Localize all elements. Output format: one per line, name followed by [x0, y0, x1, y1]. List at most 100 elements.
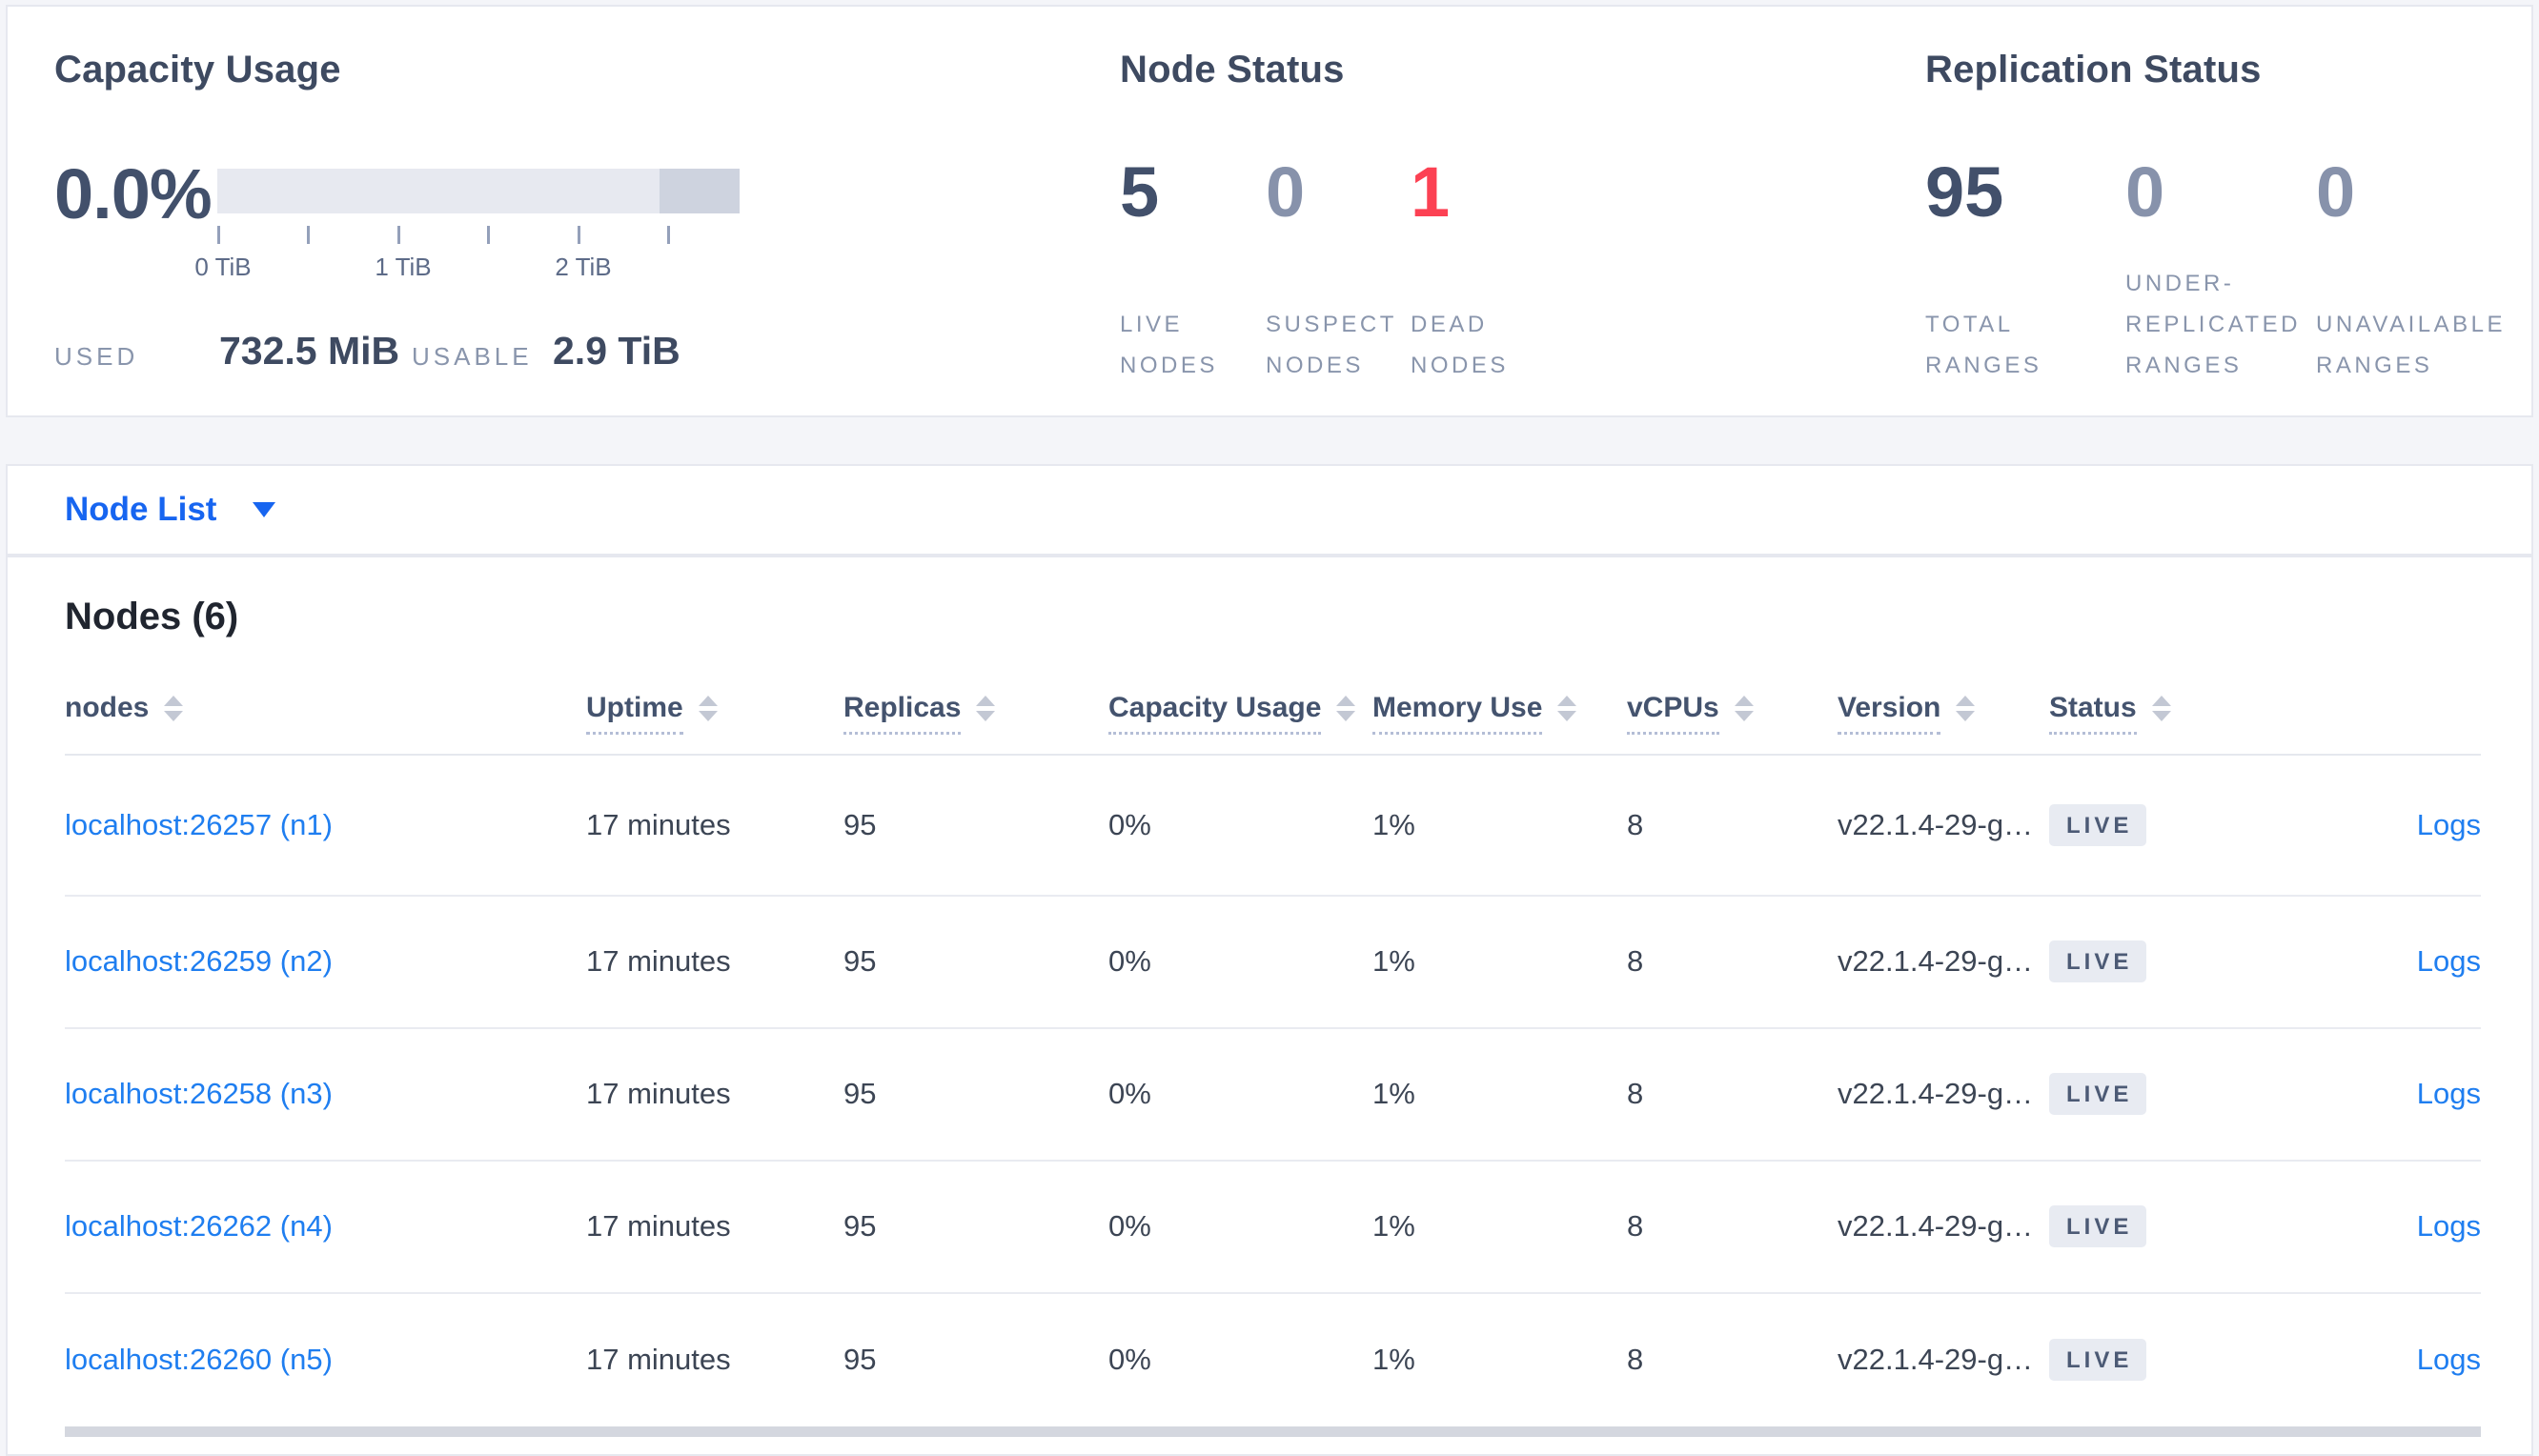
sort-icon[interactable] — [1956, 696, 1976, 721]
column-header-nodes[interactable]: nodes — [65, 692, 586, 725]
node-address-link[interactable]: localhost:26260 (n5) — [65, 1343, 333, 1376]
logs-link[interactable]: Logs — [2417, 1343, 2481, 1376]
capacity-usage-cell: 0% — [1108, 944, 1151, 978]
view-selector-label[interactable]: Node List — [65, 491, 216, 529]
chevron-down-icon[interactable] — [253, 502, 276, 517]
under-replicated-ranges-count: 0 — [2125, 152, 2165, 232]
version-cell: v22.1.4-29-g… — [1838, 1209, 2034, 1243]
logs-link[interactable]: Logs — [2417, 1077, 2481, 1110]
table-row: localhost:26257 (n1) 17 minutes 95 0% 1%… — [65, 756, 2481, 897]
dead-nodes-count: 1 — [1411, 152, 1451, 232]
uptime-cell: 17 minutes — [586, 1343, 731, 1376]
axis-tick — [667, 226, 670, 244]
node-address-link[interactable]: localhost:26257 (n1) — [65, 808, 333, 841]
vcpus-cell: 8 — [1627, 807, 1644, 841]
sort-icon[interactable] — [1734, 696, 1754, 721]
node-address-link[interactable]: localhost:26258 (n3) — [65, 1077, 333, 1110]
capacity-usage-cell: 0% — [1108, 1209, 1151, 1243]
capacity-usage-title: Capacity Usage — [54, 49, 341, 91]
axis-tick — [578, 226, 580, 244]
view-selector-dropdown[interactable]: Node List — [8, 466, 2531, 554]
column-header-label[interactable]: vCPUs — [1627, 692, 1719, 735]
usable-value: 2.9 TiB — [553, 329, 680, 373]
uptime-cell: 17 minutes — [586, 944, 731, 978]
sort-icon[interactable] — [2151, 696, 2171, 721]
usable-label: USABLE — [412, 342, 533, 371]
used-label: USED — [54, 342, 139, 371]
view-selector-bar: Node List — [6, 464, 2533, 556]
live-nodes-label: LIVE NODES — [1120, 312, 1218, 378]
capacity-bar-reserved-segment — [660, 169, 740, 213]
memory-use-cell: 1% — [1372, 1077, 1415, 1110]
capacity-usage-cell: 0% — [1108, 1077, 1151, 1110]
uptime-cell: 17 minutes — [586, 807, 731, 841]
capacity-usage-cell: 0% — [1108, 1343, 1151, 1376]
vcpus-cell: 8 — [1627, 1209, 1644, 1243]
uptime-cell: 17 minutes — [586, 1209, 731, 1243]
axis-tick — [307, 226, 310, 244]
version-cell: v22.1.4-29-g… — [1838, 944, 2034, 978]
column-header-capacity-usage[interactable]: Capacity Usage — [1108, 692, 1372, 735]
node-address-link[interactable]: localhost:26259 (n2) — [65, 944, 333, 978]
version-cell: v22.1.4-29-g… — [1838, 1343, 2034, 1376]
sort-icon[interactable] — [164, 696, 184, 721]
sort-icon[interactable] — [1557, 696, 1577, 721]
next-row-divider — [65, 1426, 2481, 1437]
replication-status-title: Replication Status — [1925, 49, 2262, 91]
column-header-label[interactable]: Memory Use — [1372, 692, 1543, 735]
column-header-uptime[interactable]: Uptime — [586, 692, 843, 735]
column-header-memory-use[interactable]: Memory Use — [1372, 692, 1627, 735]
suspect-nodes-count: 0 — [1266, 152, 1306, 232]
unavailable-ranges-stat: 0 UNAVAILABLE RANGES — [2316, 157, 2539, 386]
column-header-replicas[interactable]: Replicas — [843, 692, 1108, 735]
vcpus-cell: 8 — [1627, 944, 1644, 978]
axis-tick-label-2: 2 TiB — [555, 253, 612, 281]
column-header-label[interactable]: Capacity Usage — [1108, 692, 1322, 735]
column-header-label[interactable]: Replicas — [843, 692, 962, 735]
logs-link[interactable]: Logs — [2417, 808, 2481, 841]
live-nodes-stat: 5 LIVE NODES — [1120, 157, 1263, 386]
memory-use-cell: 1% — [1372, 1209, 1415, 1243]
cluster-summary-card: Capacity Usage 0.0% 0 TiB 1 TiB 2 TiB US… — [6, 5, 2533, 417]
version-cell: v22.1.4-29-g… — [1838, 1077, 2034, 1110]
memory-use-cell: 1% — [1372, 944, 1415, 978]
nodes-table-header: nodes Uptime Replicas Capacity Usage Mem… — [65, 692, 2481, 756]
table-row: localhost:26262 (n4) 17 minutes 95 0% 1%… — [65, 1162, 2481, 1294]
replicas-cell: 95 — [843, 807, 877, 841]
axis-tick — [217, 226, 220, 244]
node-address-link[interactable]: localhost:26262 (n4) — [65, 1209, 333, 1243]
table-row: localhost:26258 (n3) 17 minutes 95 0% 1%… — [65, 1029, 2481, 1162]
column-header-label[interactable]: Uptime — [586, 692, 683, 735]
nodes-table-body: localhost:26257 (n1) 17 minutes 95 0% 1%… — [65, 756, 2481, 1426]
table-row: localhost:26260 (n5) 17 minutes 95 0% 1%… — [65, 1294, 2481, 1426]
under-replicated-ranges-label: UNDER-REPLICATED RANGES — [2125, 271, 2301, 378]
total-ranges-stat: 95 TOTAL RANGES — [1925, 157, 2087, 386]
status-badge: LIVE — [2049, 803, 2147, 846]
status-badge: LIVE — [2049, 1205, 2147, 1247]
column-header-label[interactable]: Version — [1838, 692, 1941, 735]
sort-icon[interactable] — [698, 696, 718, 721]
live-nodes-count: 5 — [1120, 152, 1160, 232]
column-header-label[interactable]: Status — [2049, 692, 2137, 735]
logs-link[interactable]: Logs — [2417, 944, 2481, 978]
logs-link[interactable]: Logs — [2417, 1209, 2481, 1243]
dead-nodes-stat: 1 DEAD NODES — [1411, 157, 1554, 386]
suspect-nodes-stat: 0 SUSPECT NODES — [1266, 157, 1413, 386]
status-badge: LIVE — [2049, 940, 2147, 982]
used-value: 732.5 MiB — [219, 329, 400, 373]
replicas-cell: 95 — [843, 944, 877, 978]
status-badge: LIVE — [2049, 1339, 2147, 1381]
axis-tick — [397, 226, 400, 244]
sort-icon[interactable] — [1336, 696, 1356, 721]
unavailable-ranges-label: UNAVAILABLE RANGES — [2316, 312, 2507, 378]
sort-icon[interactable] — [976, 696, 996, 721]
memory-use-cell: 1% — [1372, 807, 1415, 841]
column-header-label[interactable]: nodes — [65, 692, 149, 725]
capacity-usage-cell: 0% — [1108, 807, 1151, 841]
column-header-vcpus[interactable]: vCPUs — [1627, 692, 1838, 735]
column-header-version[interactable]: Version — [1838, 692, 2049, 735]
total-ranges-count: 95 — [1925, 152, 2004, 232]
uptime-cell: 17 minutes — [586, 1077, 731, 1110]
replicas-cell: 95 — [843, 1343, 877, 1376]
column-header-status[interactable]: Status — [2049, 692, 2376, 735]
